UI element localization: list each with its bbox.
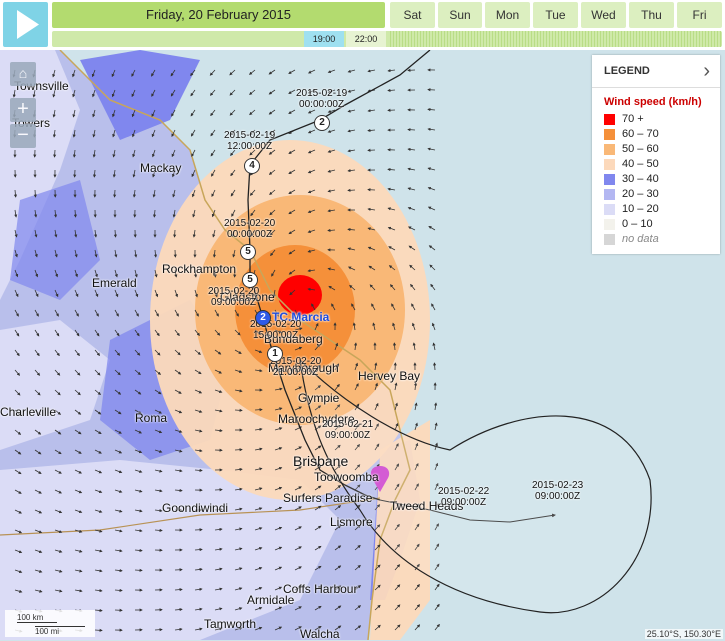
wind-arrow [235, 450, 242, 451]
home-icon: ⌂ [19, 65, 27, 81]
track-time-label: 2015-02-23 09:00:00Z [532, 481, 583, 502]
legend-header-label: LEGEND [604, 65, 650, 77]
place-label: Emerald [92, 277, 137, 290]
legend-swatch [604, 114, 615, 125]
legend-swatch [604, 144, 615, 155]
legend-label: 50 – 60 [622, 143, 659, 155]
wind-arrow [155, 630, 162, 631]
place-label: Hervey Bay [358, 370, 420, 383]
legend-swatch [604, 159, 615, 170]
wind-70-plus [278, 275, 322, 315]
wind-arrow [235, 410, 242, 411]
storm-category-marker[interactable]: 2 [255, 310, 271, 326]
wind-arrow [95, 630, 102, 631]
wind-arrow [35, 190, 36, 197]
legend-label: 60 – 70 [622, 128, 659, 140]
track-time-label: 2015-02-21 09:00:00Z [322, 420, 373, 441]
legend-swatch [604, 129, 615, 140]
scale-bar: 100 km 100 mi [5, 610, 95, 637]
scale-mi: 100 mi [35, 626, 85, 636]
track-time-label: 2015-02-20 00:00:00Z [224, 219, 275, 240]
chevron-right-icon[interactable]: › [703, 55, 710, 87]
legend-item: 60 – 70 [592, 127, 720, 142]
wind-arrow [408, 130, 415, 131]
legend-item: 50 – 60 [592, 142, 720, 157]
legend-item: 10 – 20 [592, 202, 720, 217]
place-label: Mackay [140, 162, 181, 175]
storm-category-marker[interactable]: 4 [244, 158, 260, 174]
play-button[interactable] [3, 2, 48, 47]
legend-swatch [604, 234, 615, 245]
day-mon[interactable]: Mon [485, 2, 530, 28]
place-label: Lismore [330, 516, 373, 529]
storm-category-marker[interactable]: 5 [240, 244, 256, 260]
place-label: Tamworth [204, 618, 256, 631]
wind-arrow [55, 150, 56, 157]
legend-label: no data [622, 233, 659, 245]
place-label: Brisbane [293, 454, 348, 469]
legend-item: 30 – 40 [592, 172, 720, 187]
legend-swatch [604, 174, 615, 185]
storm-category-marker[interactable]: 5 [242, 272, 258, 288]
wind-arrow [255, 410, 262, 411]
place-label: Roma [135, 412, 167, 425]
legend-item: 0 – 10 [592, 217, 720, 232]
wind-arrow [135, 570, 142, 571]
legend-item: 70 + [592, 112, 720, 127]
current-date[interactable]: Friday, 20 February 2015 [52, 2, 385, 28]
place-label: Toowoomba [314, 471, 379, 484]
legend-label: 20 – 30 [622, 188, 659, 200]
place-label: Gympie [298, 392, 339, 405]
storm-category-marker[interactable]: 2 [314, 115, 330, 131]
time-2200[interactable]: 22:00 [346, 31, 386, 47]
day-fri[interactable]: Fri [677, 2, 722, 28]
legend-item: 40 – 50 [592, 157, 720, 172]
time-1900[interactable]: 19:00 [304, 31, 344, 47]
zoom-out-button[interactable]: − [10, 124, 36, 148]
track-time-label: 2015-02-19 12:00:00Z [224, 131, 275, 152]
track-time-label: 2015-02-22 09:00:00Z [438, 487, 489, 508]
time-strip[interactable] [52, 31, 722, 47]
coordinate-readout: 25.10°S, 150.30°E [645, 629, 723, 639]
scale-km: 100 km [17, 613, 57, 623]
day-sat[interactable]: Sat [390, 2, 435, 28]
legend-label: 10 – 20 [622, 203, 659, 215]
home-button[interactable]: ⌂ [10, 62, 36, 86]
legend-swatch [604, 219, 615, 230]
storm-category-marker[interactable]: 1 [267, 346, 283, 362]
legend-swatch [604, 189, 615, 200]
legend-label: 70 + [622, 113, 644, 125]
legend-header[interactable]: LEGEND › [592, 55, 720, 88]
legend-label: 30 – 40 [622, 173, 659, 185]
place-label: Rockhampton [162, 263, 236, 276]
legend-label: 40 – 50 [622, 158, 659, 170]
day-wed[interactable]: Wed [581, 2, 626, 28]
wind-arrow [175, 230, 176, 237]
place-label: Walcha [300, 628, 340, 641]
timeline-bar: Friday, 20 February 2015 Sat Sun Mon Tue… [0, 0, 725, 50]
legend-swatch [604, 204, 615, 215]
legend-title: Wind speed (km/h) [592, 88, 720, 112]
wind-arrow [115, 190, 116, 197]
place-label: Charleville [0, 406, 56, 419]
legend-item: no data [592, 232, 720, 247]
day-thu[interactable]: Thu [629, 2, 674, 28]
place-label: Surfers Paradise [283, 492, 372, 505]
day-tue[interactable]: Tue [533, 2, 578, 28]
place-label: Armidale [247, 594, 294, 607]
day-sun[interactable]: Sun [438, 2, 482, 28]
place-label: Goondiwindi [162, 502, 228, 515]
play-icon [3, 2, 48, 47]
track-time-label: 2015-02-19 00:00:00Z [296, 89, 347, 110]
track-time-label: 2015-02-20 09:00:00Z [208, 287, 259, 308]
zoom-in-button[interactable]: + [10, 98, 36, 122]
legend-panel: LEGEND › Wind speed (km/h) 70 + 60 – 70 50… [592, 55, 720, 254]
legend-item: 20 – 30 [592, 187, 720, 202]
wind-arrow [348, 190, 355, 191]
legend-label: 0 – 10 [622, 218, 653, 230]
